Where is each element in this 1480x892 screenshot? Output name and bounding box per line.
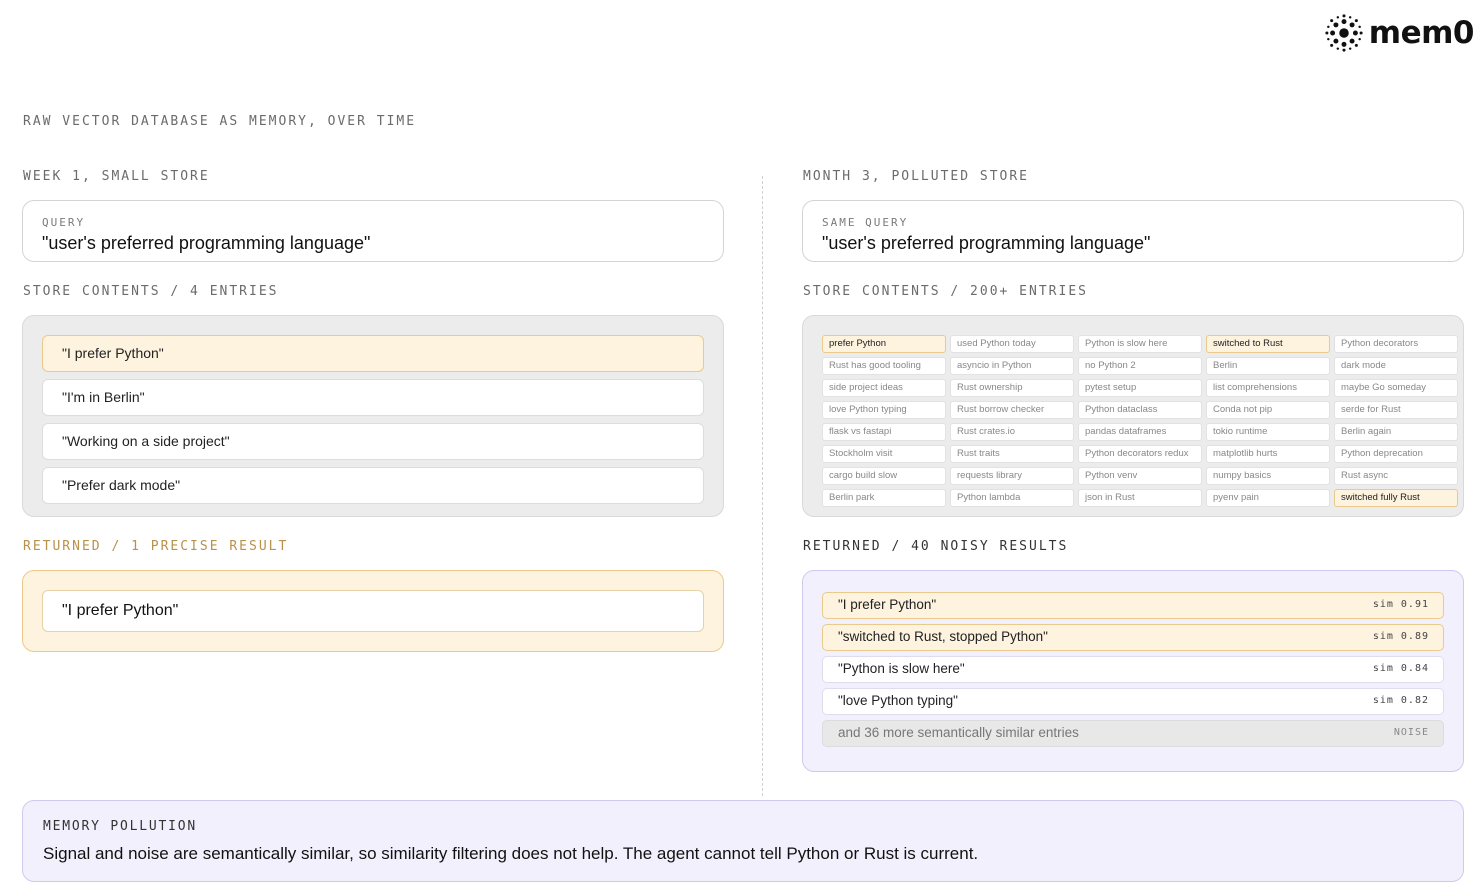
result-text: "switched to Rust, stopped Python" [838,629,1048,644]
store-entry: Python deprecation [1334,445,1458,463]
store-entry: Python is slow here [1078,335,1202,353]
store-entry: matplotlib hurts [1206,445,1330,463]
result-row: "love Python typing" sim 0.82 [822,688,1444,715]
brand-name: mem0 [1368,15,1475,51]
left-query-text: "user's preferred programming language" [42,233,371,253]
right-query-box: SAME QUERY "user's preferred programming… [802,200,1464,262]
store-entry: prefer Python [822,335,946,353]
result-text: "Python is slow here" [838,661,965,676]
brand-logo: mem0 [1325,14,1475,52]
store-item: "Working on a side project" [42,423,704,460]
store-entry: maybe Go someday [1334,379,1458,397]
store-entry: cargo build slow [822,467,946,485]
store-entry: Rust borrow checker [950,401,1074,419]
left-heading: WEEK 1, SMALL STORE [23,169,210,184]
store-entry: numpy basics [1206,467,1330,485]
right-store-box: prefer Python used Python today Python is … [802,315,1464,517]
similarity-score: sim 0.91 [1372,599,1429,610]
store-entry: pandas dataframes [1078,423,1202,441]
store-entry: Rust has good tooling [822,357,946,375]
similarity-score: sim 0.89 [1372,631,1429,642]
right-query-label: SAME QUERY [822,216,909,229]
store-entry: pyenv pain [1206,489,1330,507]
result-text: and 36 more semantically similar entries [838,725,1079,740]
store-entry: used Python today [950,335,1074,353]
store-entry: serde for Rust [1334,401,1458,419]
right-returned-label: RETURNED / 40 NOISY RESULTS [803,539,1069,554]
store-item: "I'm in Berlin" [42,379,704,416]
right-heading: MONTH 3, POLLUTED STORE [803,169,1030,184]
store-entry: requests library [950,467,1074,485]
left-returned-box: "I prefer Python" [22,570,724,652]
result-text: "I prefer Python" [838,597,937,612]
footer-label: MEMORY POLLUTION [43,819,198,834]
left-store-box: "I prefer Python" "I'm in Berlin" "Worki… [22,315,724,517]
store-entry: Python lambda [950,489,1074,507]
result-row: "I prefer Python" sim 0.91 [822,592,1444,619]
store-entry: switched to Rust [1206,335,1330,353]
store-entry: Rust async [1334,467,1458,485]
right-query-text: "user's preferred programming language" [822,233,1151,253]
similarity-score: sim 0.84 [1372,663,1429,674]
store-entry: switched fully Rust [1334,489,1458,507]
store-entry: asyncio in Python [950,357,1074,375]
noise-badge: NOISE [1393,727,1429,738]
store-entry: Conda not pip [1206,401,1330,419]
store-entry: love Python typing [822,401,946,419]
page-title: RAW VECTOR DATABASE AS MEMORY, OVER TIME [23,114,417,129]
column-divider [762,176,763,796]
footer-text: Signal and noise are semantically simila… [43,844,979,863]
returned-item: "I prefer Python" [42,590,704,632]
store-entry: flask vs fastapi [822,423,946,441]
store-entry: Berlin [1206,357,1330,375]
store-entry: Rust ownership [950,379,1074,397]
result-text: "love Python typing" [838,693,958,708]
store-entry: Python decorators [1334,335,1458,353]
store-entry: Stockholm visit [822,445,946,463]
store-entry: Rust traits [950,445,1074,463]
result-row-noise: and 36 more semantically similar entries… [822,720,1444,747]
store-entry: Python venv [1078,467,1202,485]
store-item: "Prefer dark mode" [42,467,704,504]
store-entry: side project ideas [822,379,946,397]
left-query-box: QUERY "user's preferred programming lang… [22,200,724,262]
store-entry: Python decorators redux [1078,445,1202,463]
right-store-label: STORE CONTENTS / 200+ ENTRIES [803,284,1088,299]
result-row: "Python is slow here" sim 0.84 [822,656,1444,683]
store-entry: Berlin again [1334,423,1458,441]
store-entry: pytest setup [1078,379,1202,397]
left-returned-label: RETURNED / 1 PRECISE RESULT [23,539,289,554]
store-item: "I prefer Python" [42,335,704,372]
store-entry: Berlin park [822,489,946,507]
left-store-label: STORE CONTENTS / 4 ENTRIES [23,284,279,299]
right-returned-box: "I prefer Python" sim 0.91 "switched to … [802,570,1464,772]
footer-callout: MEMORY POLLUTION Signal and noise are se… [22,800,1464,882]
result-row: "switched to Rust, stopped Python" sim 0… [822,624,1444,651]
store-entry: tokio runtime [1206,423,1330,441]
store-entry: no Python 2 [1078,357,1202,375]
store-entry: dark mode [1334,357,1458,375]
store-entry: list comprehensions [1206,379,1330,397]
store-entry: json in Rust [1078,489,1202,507]
left-query-label: QUERY [42,216,86,229]
store-entry: Python dataclass [1078,401,1202,419]
mem0-logo-icon [1325,14,1363,52]
similarity-score: sim 0.82 [1372,695,1429,706]
store-entry: Rust crates.io [950,423,1074,441]
